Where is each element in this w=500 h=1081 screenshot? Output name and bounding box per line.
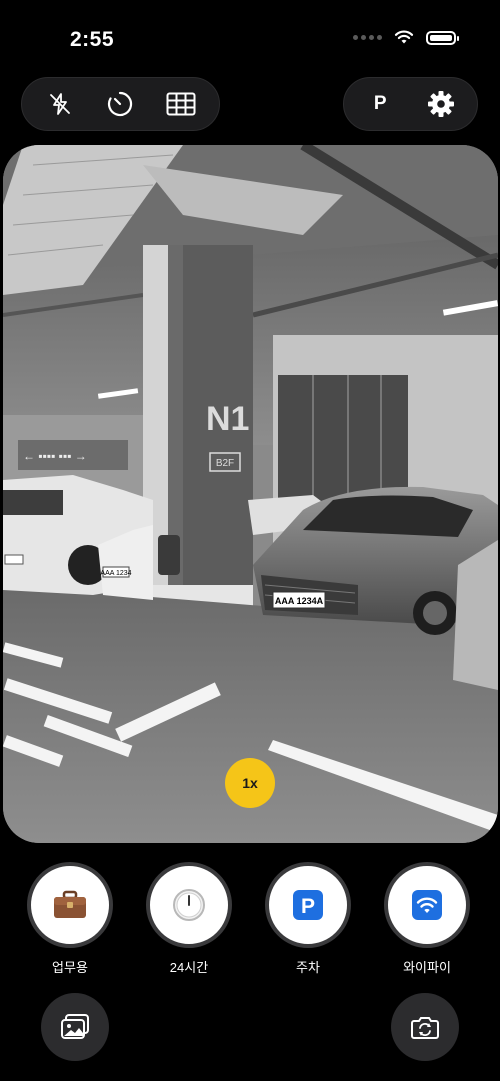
shortcut-parking-circle: P — [265, 862, 351, 948]
parking-icon: P — [293, 890, 323, 920]
camera-switch-button[interactable] — [391, 993, 459, 1061]
cellular-icon — [353, 35, 382, 40]
gallery-icon — [61, 1014, 89, 1039]
wifi-status-icon — [394, 30, 414, 44]
shortcut-parking[interactable]: P 주차 — [263, 862, 353, 976]
shortcut-wifi[interactable]: 와이파이 — [382, 862, 472, 976]
gear-icon — [427, 91, 454, 117]
pillar-label: N1 — [206, 400, 249, 438]
plate-small: AAA 1234 — [100, 570, 131, 577]
parking-garage-scene: ← ▪▪▪▪ ▪▪▪ → N1 B2F AAA 1234 AAA 1234A — [3, 145, 498, 843]
gallery-button[interactable] — [41, 993, 109, 1061]
timer-icon — [108, 91, 133, 117]
camera-viewfinder[interactable]: ← ▪▪▪▪ ▪▪▪ → N1 B2F AAA 1234 AAA 1234A — [3, 145, 498, 843]
flash-off-button[interactable] — [40, 84, 80, 124]
clock-icon — [173, 889, 205, 921]
grid-button[interactable] — [161, 84, 201, 124]
plate-main: AAA 1234A — [275, 596, 324, 606]
shortcut-business-circle — [27, 862, 113, 948]
status-time: 2:55 — [70, 28, 115, 51]
camera-tools-bar — [21, 77, 220, 131]
shortcut-business-label: 업무용 — [52, 960, 88, 975]
shortcut-wifi-label: 와이파이 — [403, 960, 451, 975]
shortcut-business[interactable]: 업무용 — [25, 862, 115, 976]
shortcut-row: 업무용 24시간 P 주차 와이파이 — [0, 862, 500, 975]
settings-button[interactable] — [421, 84, 461, 124]
status-indicators — [353, 30, 459, 45]
pillar-sublabel: B2F — [216, 458, 234, 469]
shortcut-24h-label: 24시간 — [169, 960, 209, 975]
wifi-icon — [412, 890, 442, 920]
mode-label: P — [373, 93, 387, 114]
shortcut-wifi-circle — [384, 862, 470, 948]
battery-icon — [426, 30, 459, 45]
camera-switch-icon — [411, 1017, 439, 1039]
flash-off-icon — [50, 93, 71, 115]
shortcut-parking-label: 주차 — [296, 960, 320, 975]
shortcut-24h[interactable]: 24시간 — [144, 862, 234, 976]
grid-icon — [166, 92, 196, 116]
shortcut-24h-circle — [146, 862, 232, 948]
briefcase-icon — [54, 890, 86, 918]
svg-text:← ▪▪▪▪ ▪▪▪ →: ← ▪▪▪▪ ▪▪▪ → — [23, 449, 87, 463]
zoom-button[interactable]: 1x — [225, 758, 275, 808]
svg-text:P: P — [301, 895, 315, 918]
camera-mode-bar: P — [343, 77, 478, 131]
mode-button[interactable]: P — [360, 84, 400, 124]
timer-button[interactable] — [100, 84, 140, 124]
